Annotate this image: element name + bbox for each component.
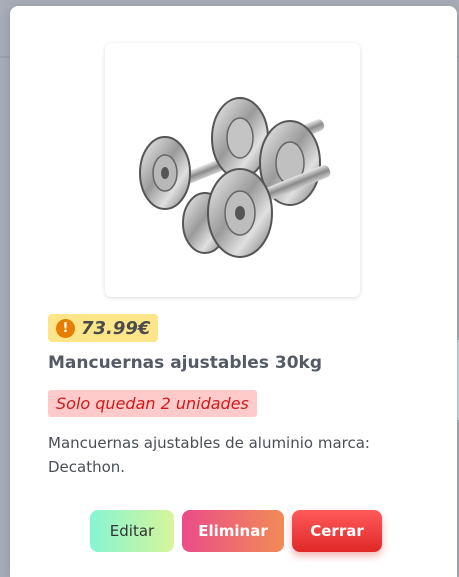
close-button[interactable]: Cerrar bbox=[292, 510, 382, 552]
price: 73.99€ bbox=[81, 317, 151, 339]
product-image bbox=[105, 43, 360, 297]
product-description: Mancuernas ajustables de aluminio marca:… bbox=[48, 434, 370, 476]
stock-badge: Solo quedan 2 unidades bbox=[48, 390, 257, 417]
dumbbells-image bbox=[139, 97, 331, 258]
edit-button[interactable]: Editar bbox=[90, 510, 174, 552]
action-buttons: Editar Eliminar Cerrar bbox=[90, 510, 382, 552]
price-badge: ! 73.99€ bbox=[48, 314, 159, 342]
warning-icon: ! bbox=[56, 318, 75, 338]
delete-button[interactable]: Eliminar bbox=[182, 510, 284, 552]
product-modal: ! 73.99€ Mancuernas ajustables 30kg Solo… bbox=[10, 6, 457, 577]
product-title: Mancuernas ajustables 30kg bbox=[48, 353, 323, 373]
